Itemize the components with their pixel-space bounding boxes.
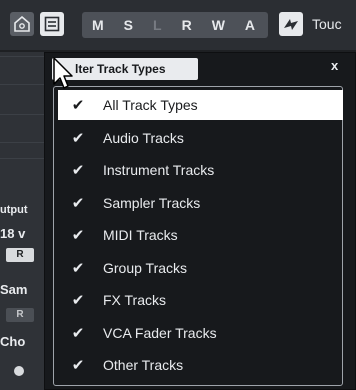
list-item[interactable]: ✔ VCA Fader Tracks [58,318,343,348]
home-settings-icon[interactable] [10,12,34,36]
solo-button[interactable]: S [114,17,143,33]
checkmark-icon: ✔ [71,324,85,342]
row-divider [0,158,44,159]
list-item-label: Other Tracks [103,357,184,373]
output-label: utput [0,204,28,216]
automation-mode-icon[interactable] [279,12,303,36]
checkmark-icon: ✔ [71,129,85,147]
list-item[interactable]: ✔ Other Tracks [58,350,343,380]
track-list-background: utput 18 v R Sam R Cho [0,52,44,390]
checkmark-icon: ✔ [71,162,85,179]
list-item[interactable]: ✔ Sampler Tracks [58,188,343,218]
list-item[interactable]: ✔ FX Tracks [58,285,343,315]
list-item-label: All Track Types [103,97,198,113]
checkmark-icon: ✔ [71,292,85,309]
list-item[interactable]: ✔ Instrument Tracks [58,155,343,185]
track-state-buttons: M S L R W A [82,12,268,38]
automation-button[interactable]: A [235,17,265,33]
mouse-pointer-icon [53,57,73,89]
list-item-label: FX Tracks [103,292,167,308]
row-divider [0,84,44,85]
row-divider [0,56,44,57]
filter-list-icon[interactable] [40,12,64,36]
checkmark-icon: ✔ [71,97,85,114]
list-item-label: Group Tracks [103,259,188,276]
list-item-label: Audio Tracks [103,129,184,146]
mute-button[interactable]: M [82,17,114,33]
write-button[interactable]: W [202,17,235,33]
checkmark-icon: ✔ [71,259,85,277]
list-item-label: Sampler Tracks [103,194,201,211]
list-item-label: VCA Fader Tracks [103,324,217,341]
list-item[interactable]: ✔ MIDI Tracks [58,220,343,250]
row-divider [0,142,44,143]
listen-button[interactable]: L [143,17,172,33]
checkmark-icon: ✔ [71,357,85,374]
list-item-label: MIDI Tracks [103,227,178,243]
checkmark-icon: ✔ [71,194,85,212]
list-item[interactable]: ✔ Audio Tracks [58,123,343,153]
list-item-label: Instrument Tracks [103,162,215,178]
chord-label: Cho [0,334,26,349]
read-button[interactable]: R [6,248,34,262]
value-label: 18 v [0,226,26,241]
dialog-title: lter Track Types [75,62,166,76]
checkmark-icon: ✔ [71,227,85,244]
read-button[interactable]: R [172,17,202,33]
record-icon[interactable] [14,366,24,376]
top-toolbar: M S L R W A Touc [0,0,356,52]
list-item[interactable]: ✔ Group Tracks [58,253,343,283]
close-button[interactable]: x [331,58,338,73]
list-item[interactable]: ✔ All Track Types [58,90,343,120]
automation-mode-label[interactable]: Touc [312,16,342,32]
row-divider [0,114,44,115]
sampler-label: Sam [0,282,28,297]
read-button-2[interactable]: R [6,308,34,322]
